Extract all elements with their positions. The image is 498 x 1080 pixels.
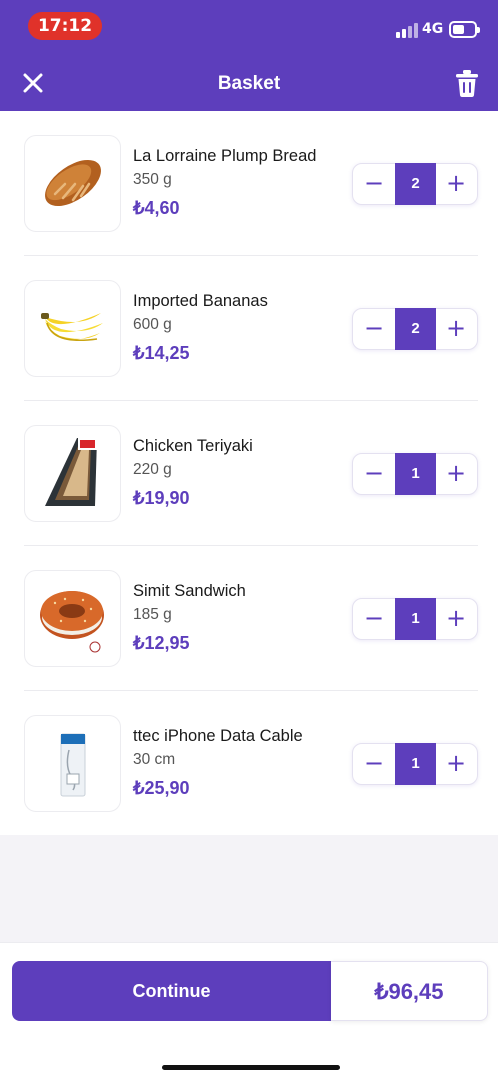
quantity-stepper: − 1 + — [352, 598, 478, 640]
signal-icon — [396, 22, 418, 38]
product-image[interactable] — [24, 135, 121, 232]
decrease-button[interactable]: − — [353, 454, 395, 494]
item-name: Simit Sandwich — [133, 582, 246, 600]
network-label: 4G — [422, 21, 444, 37]
decrease-button[interactable]: − — [353, 744, 395, 784]
item-price: ₺25,90 — [133, 778, 190, 798]
simit-image — [40, 591, 104, 653]
cable-image — [60, 733, 86, 797]
item-name: Imported Bananas — [133, 292, 268, 310]
decrease-button[interactable]: − — [353, 164, 395, 204]
increase-button[interactable]: + — [435, 454, 477, 494]
item-info: La Lorraine Plump Bread 350 g ₺4,60 — [133, 147, 343, 219]
product-image[interactable] — [24, 425, 121, 522]
increase-button[interactable]: + — [435, 309, 477, 349]
item-price: ₺12,95 — [133, 633, 190, 653]
item-weight: 350 g — [133, 171, 172, 188]
status-time: 17:12 — [28, 12, 102, 40]
quantity-stepper: − 2 + — [352, 163, 478, 205]
trash-icon — [456, 70, 478, 97]
clear-basket-button[interactable] — [452, 67, 482, 99]
home-indicator[interactable] — [162, 1065, 340, 1070]
item-count: 1 — [395, 743, 436, 785]
product-image[interactable] — [24, 570, 121, 667]
bread-image — [45, 159, 101, 207]
decrease-button[interactable]: − — [353, 599, 395, 639]
item-weight: 185 g — [133, 606, 172, 623]
page-title: Basket — [217, 73, 281, 94]
product-image[interactable] — [24, 715, 121, 812]
basket-list: La Lorraine Plump Bread 350 g ₺4,60 − 2 … — [0, 111, 498, 835]
item-name: La Lorraine Plump Bread — [133, 147, 317, 165]
total-price: ₺96,45 — [331, 961, 488, 1021]
nav-bar: Basket — [0, 60, 498, 110]
banana-image — [41, 313, 103, 341]
increase-button[interactable]: + — [435, 599, 477, 639]
increase-button[interactable]: + — [435, 164, 477, 204]
item-length: 30 cm — [133, 751, 176, 768]
item-name: ttec iPhone Data Cable — [133, 727, 303, 745]
basket-item: Imported Bananas 600 g ₺14,25 − 2 + — [0, 256, 498, 401]
quantity-stepper: − 1 + — [352, 743, 478, 785]
basket-item: ttec iPhone Data Cable 30 cm ₺25,90 − 1 … — [0, 691, 498, 836]
basket-item: Chicken Teriyaki 220 g ₺19,90 − 1 + — [0, 401, 498, 546]
quantity-stepper: − 2 + — [352, 308, 478, 350]
quantity-stepper: − 1 + — [352, 453, 478, 495]
footer: Continue ₺96,45 — [0, 942, 498, 1080]
sandwich-image — [45, 438, 97, 506]
item-price: ₺4,60 — [133, 198, 180, 218]
item-weight: 600 g — [133, 316, 172, 333]
item-info: Chicken Teriyaki 220 g ₺19,90 — [133, 437, 343, 509]
increase-button[interactable]: + — [435, 744, 477, 784]
item-name: Chicken Teriyaki — [133, 437, 253, 455]
item-info: Simit Sandwich 185 g ₺12,95 — [133, 582, 343, 654]
basket-item: La Lorraine Plump Bread 350 g ₺4,60 − 2 … — [0, 111, 498, 256]
item-price: ₺19,90 — [133, 488, 190, 508]
decrease-button[interactable]: − — [353, 309, 395, 349]
basket-item: Simit Sandwich 185 g ₺12,95 − 1 + — [0, 546, 498, 691]
item-count: 1 — [395, 453, 436, 495]
item-weight: 220 g — [133, 461, 172, 478]
product-image[interactable] — [24, 280, 121, 377]
item-count: 2 — [395, 308, 436, 350]
status-bar: 17:12 4G — [0, 0, 498, 52]
item-count: 2 — [395, 163, 436, 205]
item-info: ttec iPhone Data Cable 30 cm ₺25,90 — [133, 727, 343, 799]
item-count: 1 — [395, 598, 436, 640]
continue-button[interactable]: Continue — [12, 961, 331, 1021]
item-info: Imported Bananas 600 g ₺14,25 — [133, 292, 343, 364]
header: 17:12 4G Basket — [0, 0, 498, 111]
item-price: ₺14,25 — [133, 343, 190, 363]
battery-icon — [449, 21, 480, 38]
